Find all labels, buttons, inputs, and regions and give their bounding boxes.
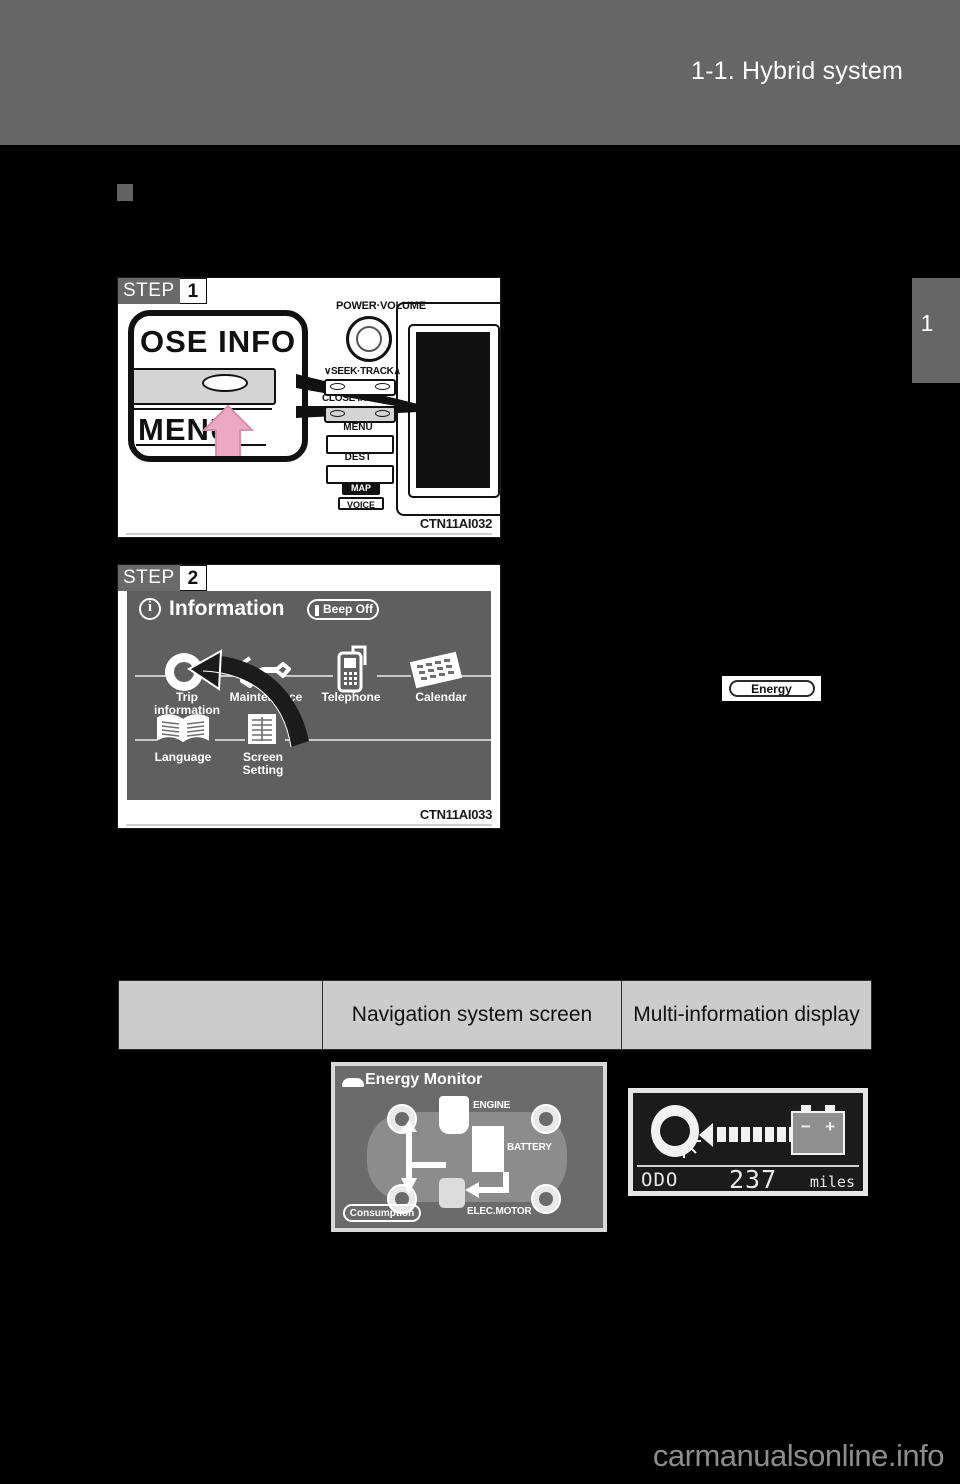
figure-1-baseline: [126, 533, 492, 535]
seek-down-dot: [330, 383, 345, 390]
chapter-tab: 1: [912, 278, 960, 383]
map-button[interactable]: MAP: [342, 482, 380, 495]
step-1-word: STEP: [118, 278, 180, 304]
odo-unit: miles: [809, 1173, 855, 1191]
mid-battery-icon: − +: [791, 1105, 845, 1155]
head-unit-panel: POWER·VOLUME ∨SEEK·TRACK∧ CLOSE INFO MEN…: [304, 294, 502, 516]
energy-monitor-screen: Energy Monitor ENGINE BATTERY ELEC.MOTOR…: [335, 1066, 603, 1228]
mid-flow-bar: [777, 1127, 786, 1142]
figure-1-code: CTN11AI032: [419, 516, 492, 531]
mid-flow-bar: [753, 1127, 762, 1142]
beep-off-button[interactable]: Beep Off: [307, 599, 379, 620]
odo-value: 237: [729, 1165, 778, 1194]
mid-flow-bar: [765, 1127, 774, 1142]
battery-to-motor-arrow-icon: [465, 1172, 509, 1198]
seek-track-label: ∨SEEK·TRACK∧: [324, 366, 401, 377]
nav-rule-3: [377, 675, 411, 677]
figure-2-baseline: [126, 824, 492, 826]
energy-monitor-title: Energy Monitor: [365, 1071, 483, 1088]
step-1-badge: STEP 1: [118, 278, 208, 304]
step-2-badge: STEP 2: [118, 565, 208, 591]
table-header-navigation-system-screen: Navigation system screen: [323, 981, 622, 1049]
step-2-word: STEP: [118, 565, 180, 591]
seek-up-dot: [375, 383, 390, 390]
information-menu-screen: Information Beep Off: [127, 591, 491, 800]
table-header-multi-information-display: Multi-information display: [633, 1003, 860, 1026]
energy-monitor-figure: Energy Monitor ENGINE BATTERY ELEC.MOTOR…: [331, 1062, 607, 1232]
calendar-icon: [409, 651, 463, 689]
multi-information-display-screen: − + ODO 237 miles: [633, 1093, 863, 1194]
voice-button[interactable]: VOICE: [338, 497, 384, 510]
beep-off-label: Beep Off: [323, 602, 374, 616]
section-bullet-marker: [117, 184, 133, 201]
beep-indicator-bar: [315, 605, 319, 616]
odo-label: ODO: [641, 1169, 679, 1191]
nav-display-screen: [416, 332, 490, 488]
wheel-front-right: [531, 1104, 561, 1134]
menu-label: MENU: [343, 422, 373, 433]
close-info-button[interactable]: [324, 406, 396, 423]
info-dot: [375, 410, 390, 417]
energy-button-figure: Energy: [722, 676, 821, 701]
consumption-button[interactable]: Consumption: [343, 1204, 421, 1222]
step-1-number: 1: [179, 278, 208, 304]
power-volume-label: POWER·VOLUME: [336, 300, 426, 312]
energy-button[interactable]: Energy: [728, 680, 815, 697]
comparison-table: Navigation system screen Multi-informati…: [118, 980, 872, 1050]
site-watermark: carmanualsonline.info: [652, 1438, 945, 1473]
nav-label-calendar[interactable]: Calendar: [399, 691, 483, 704]
wheel-rear-right: [531, 1184, 561, 1214]
mid-wheel-icon: [651, 1105, 701, 1158]
mid-flow-bar: [729, 1127, 738, 1142]
chapter-tab-number: 1: [920, 310, 934, 336]
mid-flow-bar: [741, 1127, 750, 1142]
table-header-blank: [119, 981, 323, 1049]
mid-flow-arrowhead-icon: [699, 1123, 713, 1147]
mid-flow-bar: [717, 1127, 726, 1142]
car-silhouette-icon: [342, 1078, 364, 1087]
figure-step-1: STEP 1 OSE INFO MENU POWER·VOLUME ∨SEEK·…: [117, 277, 502, 538]
selection-arrow-icon: [187, 649, 309, 748]
multi-information-display-figure: − + ODO 237 miles: [628, 1088, 868, 1196]
figure-step-2: STEP 2 Information Beep Off: [117, 564, 501, 829]
phone-icon: [337, 645, 367, 693]
dest-label: DEST: [344, 452, 372, 463]
close-dot: [330, 410, 345, 417]
information-screen-title: Information: [169, 597, 285, 620]
close-info-label: CLOSE INFO: [322, 393, 381, 404]
figure-2-code: CTN11AI033: [419, 807, 492, 822]
engine-label: ENGINE: [473, 1100, 511, 1111]
step-2-number: 2: [179, 565, 208, 591]
battery-label: BATTERY: [507, 1142, 552, 1153]
page-title: 1-1. Hybrid system: [691, 57, 903, 85]
nav-rule-5: [135, 739, 157, 741]
power-volume-knob[interactable]: [346, 316, 392, 362]
page-header: 1-1. Hybrid system: [0, 0, 960, 145]
info-circle-icon: [139, 598, 161, 620]
battery-icon: [472, 1126, 504, 1172]
